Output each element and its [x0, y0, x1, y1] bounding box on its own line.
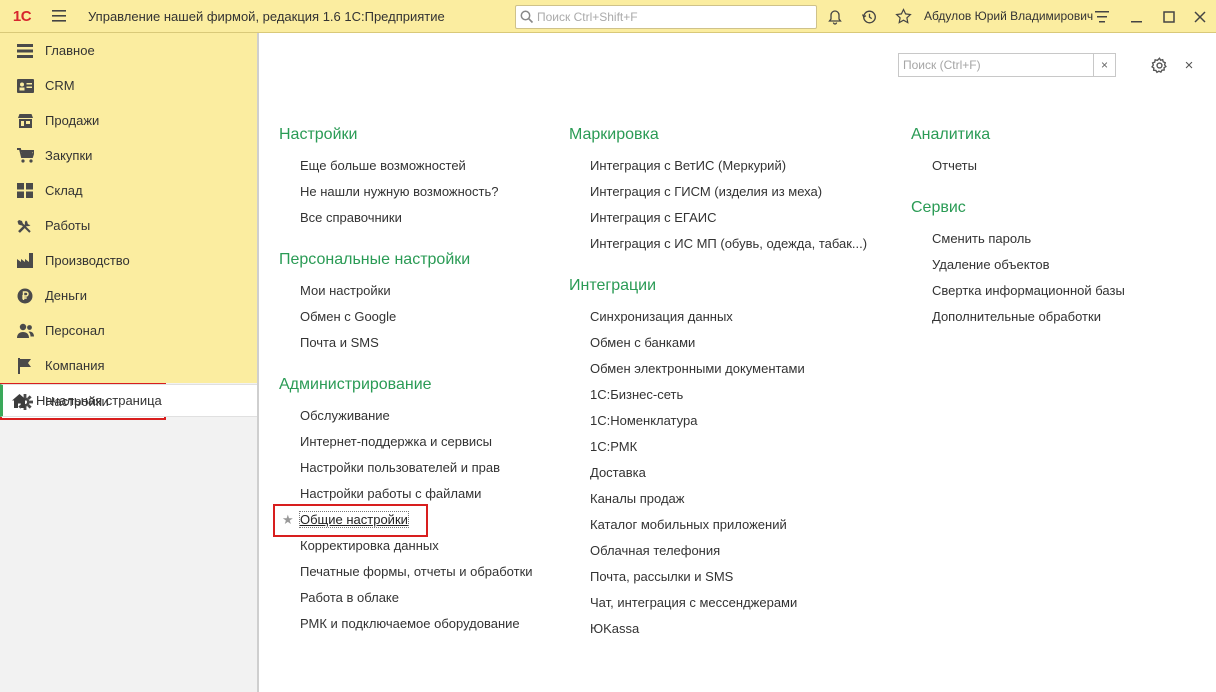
cart-icon — [16, 147, 34, 165]
link-nomenclature[interactable]: 1С:Номенклатура — [569, 408, 867, 434]
link-bank-exchange[interactable]: Обмен с банками — [569, 330, 867, 356]
1c-logo: 1С — [12, 7, 32, 25]
sections-panel: Главное CRM Продажи Закупки Склад Работы… — [0, 33, 258, 692]
link-business-network[interactable]: 1С:Бизнес-сеть — [569, 382, 867, 408]
link-my-settings[interactable]: Мои настройки — [279, 278, 533, 304]
section-purchases[interactable]: Закупки — [0, 138, 257, 173]
link-mobile-apps[interactable]: Каталог мобильных приложений — [569, 512, 867, 538]
link-yookassa[interactable]: ЮKassa — [569, 616, 867, 642]
panel-search[interactable]: × — [898, 53, 1116, 77]
current-user[interactable]: Абдулов Юрий Владимирович — [924, 9, 1093, 23]
history-icon[interactable] — [854, 0, 884, 33]
title-bar: 1С Управление нашей фирмой, редакция 1.6… — [0, 0, 1216, 33]
link-mail-sms[interactable]: Почта и SMS — [279, 330, 533, 356]
app-title: Управление нашей фирмой, редакция 1.6 1С… — [88, 8, 445, 24]
link-more-features[interactable]: Еще больше возможностей — [279, 153, 533, 179]
section-crm[interactable]: CRM — [0, 68, 257, 103]
warehouse-icon — [16, 182, 34, 200]
panel-search-input[interactable] — [899, 54, 1093, 76]
section-personnel[interactable]: Персонал — [0, 313, 257, 348]
link-edi[interactable]: Обмен электронными документами — [569, 356, 867, 382]
panel-settings-gear-icon[interactable] — [1147, 53, 1171, 77]
tools-icon — [16, 217, 34, 235]
link-mail-mailing-sms[interactable]: Почта, рассылки и SMS — [569, 564, 867, 590]
search-icon — [520, 10, 534, 24]
link-chat-messengers[interactable]: Чат, интеграция с мессенджерами — [569, 590, 867, 616]
link-db-collapse[interactable]: Свертка информационной базы — [911, 278, 1125, 304]
link-all-catalogs[interactable]: Все справочники — [279, 205, 533, 231]
flag-icon — [16, 357, 34, 375]
sections-list: Главное CRM Продажи Закупки Склад Работы… — [0, 33, 257, 420]
link-data-sync[interactable]: Синхронизация данных — [569, 304, 867, 330]
link-reports[interactable]: Отчеты — [911, 153, 1125, 179]
maximize-icon[interactable] — [1154, 0, 1184, 33]
bell-icon[interactable] — [820, 0, 850, 33]
link-general-settings[interactable]: ★ Общие настройки — [273, 504, 533, 537]
link-maintenance[interactable]: Обслуживание — [279, 403, 533, 429]
people-icon — [16, 322, 34, 340]
section-main[interactable]: Главное — [0, 33, 257, 68]
settings-menu-icon[interactable] — [1087, 0, 1117, 33]
group-title-service: Сервис — [911, 199, 966, 216]
link-extra-processing[interactable]: Дополнительные обработки — [911, 304, 1125, 330]
clear-search-icon[interactable]: × — [1093, 54, 1115, 76]
column-3: Аналитика Отчеты Сервис Сменить пароль У… — [911, 123, 1125, 330]
section-sales[interactable]: Продажи — [0, 103, 257, 138]
section-money[interactable]: Деньги — [0, 278, 257, 313]
group-title-administration: Администрирование — [279, 376, 432, 393]
link-users-rights[interactable]: Настройки пользователей и прав — [279, 455, 533, 481]
hamburger-menu-icon[interactable] — [44, 0, 74, 33]
window-close-icon[interactable] — [1185, 0, 1215, 33]
link-is-mp[interactable]: Интеграция с ИС МП (обувь, одежда, табак… — [569, 231, 867, 257]
home-page-link[interactable]: Начальная страница — [0, 384, 257, 417]
contact-card-icon — [16, 77, 34, 95]
star-favorites-icon[interactable] — [888, 0, 918, 33]
section-warehouse[interactable]: Склад — [0, 173, 257, 208]
column-1: Настройки Еще больше возможностей Не наш… — [273, 123, 533, 637]
factory-icon — [16, 252, 34, 270]
link-egais[interactable]: Интеграция с ЕГАИС — [569, 205, 867, 231]
settings-panel: × × Настройки Еще больше возможностей Не… — [258, 33, 1216, 692]
link-data-correction[interactable]: Корректировка данных — [279, 533, 533, 559]
link-print-forms[interactable]: Печатные формы, отчеты и обработки — [279, 559, 533, 585]
link-not-found-feature[interactable]: Не нашли нужную возможность? — [279, 179, 533, 205]
link-google-exchange[interactable]: Обмен с Google — [279, 304, 533, 330]
group-title-analytics: Аналитика — [911, 126, 991, 143]
column-2: Маркировка Интеграция с ВетИС (Меркурий)… — [569, 123, 867, 642]
group-title-personal-settings: Персональные настройки — [279, 251, 471, 268]
link-rmk[interactable]: 1С:РМК — [569, 434, 867, 460]
home-icon — [11, 393, 27, 409]
link-internet-support[interactable]: Интернет-поддержка и сервисы — [279, 429, 533, 455]
link-delete-objects[interactable]: Удаление объектов — [911, 252, 1125, 278]
group-title-settings: Настройки — [279, 126, 358, 143]
link-sales-channels[interactable]: Каналы продаж — [569, 486, 867, 512]
link-vetis[interactable]: Интеграция с ВетИС (Меркурий) — [569, 153, 867, 179]
link-delivery[interactable]: Доставка — [569, 460, 867, 486]
minimize-icon[interactable] — [1122, 0, 1152, 33]
section-works[interactable]: Работы — [0, 208, 257, 243]
global-search-input[interactable] — [537, 10, 816, 24]
favorite-star-icon[interactable]: ★ — [282, 507, 294, 533]
global-search[interactable] — [515, 5, 817, 29]
link-change-password[interactable]: Сменить пароль — [911, 226, 1125, 252]
shop-icon — [16, 112, 34, 130]
panel-close-icon[interactable]: × — [1179, 53, 1199, 77]
group-title-marking: Маркировка — [569, 126, 659, 143]
ruble-icon — [16, 287, 34, 305]
link-pos-equipment[interactable]: РМК и подключаемое оборудование — [279, 611, 533, 637]
section-company[interactable]: Компания — [0, 348, 257, 383]
link-file-settings[interactable]: Настройки работы с файлами — [279, 481, 533, 507]
section-production[interactable]: Производство — [0, 243, 257, 278]
home-page-label: Начальная страница — [36, 393, 162, 408]
link-cloud-work[interactable]: Работа в облаке — [279, 585, 533, 611]
link-gism[interactable]: Интеграция с ГИСМ (изделия из меха) — [569, 179, 867, 205]
link-general-settings-label: Общие настройки — [299, 511, 409, 528]
link-cloud-telephony[interactable]: Облачная телефония — [569, 538, 867, 564]
list-icon — [16, 42, 34, 60]
group-title-integrations: Интеграции — [569, 277, 657, 294]
